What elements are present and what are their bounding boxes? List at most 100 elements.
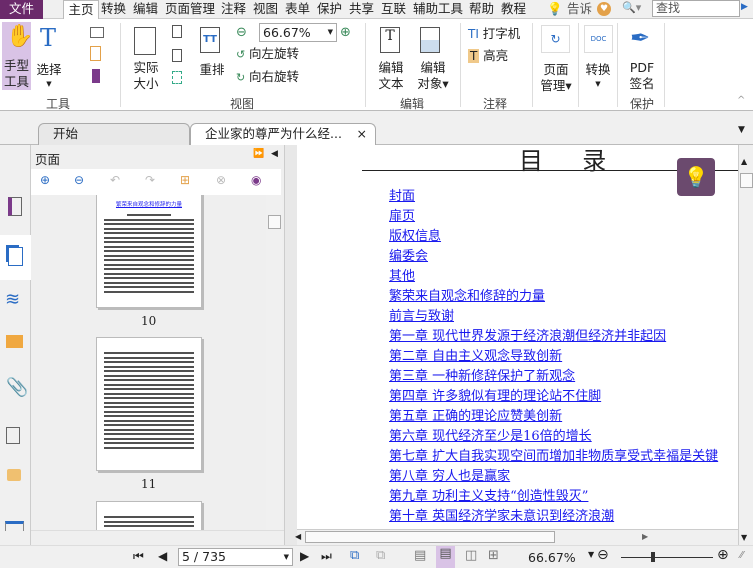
next-page-icon[interactable]: ▶: [300, 549, 309, 563]
toc-link[interactable]: 编委会: [389, 245, 428, 264]
single-page-icon[interactable]: ▤: [414, 548, 426, 563]
file-menu[interactable]: 文件: [0, 0, 43, 19]
toc-link[interactable]: 版权信息: [389, 225, 441, 244]
fit-visible-icon[interactable]: [172, 71, 182, 84]
tab-connect[interactable]: 互联: [381, 0, 406, 19]
edit-text-button[interactable]: T 编辑 文本: [372, 22, 410, 91]
toc-link[interactable]: 繁荣来自观念和修辞的力量: [389, 285, 545, 304]
panel-scroll-thumb[interactable]: [268, 215, 281, 229]
fit-page-icon[interactable]: [172, 25, 182, 38]
toc-link[interactable]: 第三章 一种新修辞保护了新观念: [389, 365, 575, 384]
page-number-input[interactable]: 5 / 735 ▼: [178, 548, 293, 566]
page-thumbnail-12[interactable]: [96, 501, 202, 530]
tab-view[interactable]: 视图: [253, 0, 278, 19]
zoom-slider[interactable]: [621, 557, 713, 558]
tab-tutorial[interactable]: 教程: [501, 0, 526, 19]
vertical-scrollbar[interactable]: ▲ ▼: [738, 145, 753, 545]
expand-panel-icon[interactable]: ⏩: [253, 149, 264, 159]
lightbulb-tip-button[interactable]: 💡: [677, 158, 715, 196]
form-icon[interactable]: [5, 521, 24, 531]
scroll-right-icon[interactable]: ▶: [642, 532, 648, 541]
zoom-select[interactable]: 66.67% ▼: [259, 23, 337, 42]
page-thumbnail-10[interactable]: 繁荣来自观念和修辞的力量: [96, 195, 202, 308]
actual-size-button[interactable]: 实际 大小: [128, 22, 164, 91]
first-page-icon[interactable]: ⏮: [133, 549, 144, 564]
continuous-facing-icon[interactable]: ⊞: [488, 548, 499, 563]
tab-comment[interactable]: 注释: [221, 0, 246, 19]
next-view-icon[interactable]: ⧉: [376, 548, 385, 563]
tab-form[interactable]: 表单: [285, 0, 310, 19]
last-page-icon[interactable]: ⏭: [321, 549, 332, 564]
lightbulb-icon[interactable]: 💡: [547, 0, 563, 19]
zoom-out-icon[interactable]: ⊖: [597, 547, 609, 563]
toc-link[interactable]: 第五章 正确的理论应赞美创新: [389, 405, 562, 424]
heart-icon[interactable]: ♥: [597, 2, 611, 16]
attachment-icon[interactable]: 📎: [6, 377, 28, 398]
insert-page-icon[interactable]: ⊞: [180, 173, 190, 187]
toc-link[interactable]: 其他: [389, 265, 415, 284]
toc-link[interactable]: 扉页: [389, 205, 415, 224]
scroll-down-icon[interactable]: ▼: [741, 533, 747, 542]
toc-link[interactable]: 前言与致谢: [389, 305, 454, 324]
lock-icon[interactable]: [7, 469, 21, 481]
toc-link[interactable]: 第四章 许多貌似有理的理论站不住脚: [389, 385, 601, 404]
toc-link[interactable]: 第九章 功利主义支持“创造性毁灭”: [389, 485, 588, 504]
horizontal-scrollbar[interactable]: ◀ ▶: [295, 529, 738, 545]
zoom-out-icon[interactable]: ⊖: [236, 25, 247, 40]
close-icon[interactable]: ×: [357, 124, 367, 144]
search-input[interactable]: 查找: [652, 0, 740, 17]
panel-scrollbar[interactable]: [266, 195, 282, 530]
select-button[interactable]: T 选择 ▼: [34, 22, 64, 90]
collapse-ribbon-icon[interactable]: ^: [737, 95, 745, 106]
enlarge-thumbnail-icon[interactable]: ⊕: [40, 173, 50, 187]
tab-edit[interactable]: 编辑: [133, 0, 158, 19]
tab-protect[interactable]: 保护: [317, 0, 342, 19]
tab-start[interactable]: 开始: [38, 123, 190, 145]
edit-object-button[interactable]: 编辑 对象▾: [412, 22, 454, 91]
toc-link[interactable]: 第十章 英国经济学家未意识到经济浪潮: [389, 505, 614, 524]
pages-panel-tab[interactable]: [0, 235, 31, 280]
tab-accessibility[interactable]: 辅助工具: [413, 0, 463, 19]
zoom-in-icon[interactable]: ⊕: [717, 547, 729, 563]
tab-list-icon[interactable]: ▼: [738, 125, 745, 135]
zoom-in-icon[interactable]: ⊕: [340, 25, 351, 40]
pdf-sign-button[interactable]: ✒ PDF 签名: [622, 22, 662, 91]
tab-share[interactable]: 共享: [349, 0, 374, 19]
toc-link[interactable]: 第七章 扩大自我实现空间而增加非物质享受式幸福是关键: [389, 445, 718, 464]
comments-icon[interactable]: [6, 335, 23, 348]
tab-home[interactable]: 主页: [63, 0, 99, 20]
zoom-dropdown-icon[interactable]: ▼: [588, 550, 594, 559]
toc-link[interactable]: 第二章 自由主义观念导致创新: [389, 345, 562, 364]
toc-link[interactable]: 第八章 穷人也是赢家: [389, 465, 510, 484]
typewriter-button[interactable]: TI 打字机: [468, 26, 520, 42]
scroll-left-icon[interactable]: ◀: [295, 532, 301, 541]
bookmark-icon[interactable]: [92, 69, 100, 83]
tab-convert[interactable]: 转换: [101, 0, 126, 19]
layers-icon[interactable]: ≋: [5, 289, 20, 310]
horizontal-scroll-thumb[interactable]: [305, 531, 555, 543]
panel-splitter[interactable]: [284, 145, 297, 545]
rotate-left-button[interactable]: ↺ 向左旋转: [236, 46, 299, 64]
snapshot-icon[interactable]: [90, 27, 104, 38]
scroll-up-icon[interactable]: ▲: [741, 157, 747, 166]
search-go-icon[interactable]: ▶: [741, 2, 748, 12]
page-properties-icon[interactable]: ◉: [251, 173, 261, 187]
convert-button[interactable]: DOC 转换 ▼: [582, 22, 614, 90]
reduce-thumbnail-icon[interactable]: ⊖: [74, 173, 84, 187]
toc-link[interactable]: 封面: [389, 185, 415, 204]
previous-view-icon[interactable]: ⧉: [350, 548, 359, 563]
zoom-slider-thumb[interactable]: [651, 552, 656, 562]
facing-page-icon[interactable]: ◫: [465, 548, 477, 563]
signature-icon[interactable]: [6, 427, 20, 444]
hand-tool-button[interactable]: ✋ 手型 工具: [2, 22, 33, 90]
tell-me[interactable]: 告诉: [567, 0, 592, 19]
search-options-icon[interactable]: 🔍▾: [622, 1, 641, 14]
fit-width-icon[interactable]: [172, 49, 182, 62]
reflow-button[interactable]: TT 重排: [196, 22, 228, 90]
zoom-level[interactable]: 66.67%: [528, 550, 576, 565]
tab-document[interactable]: 企业家的尊严为什么经... ×: [190, 123, 376, 145]
previous-page-icon[interactable]: ◀: [158, 549, 167, 563]
collapse-panel-icon[interactable]: ◀: [271, 149, 278, 159]
panel-horizontal-scrollbar[interactable]: [31, 530, 284, 545]
tab-help[interactable]: 帮助: [469, 0, 494, 19]
